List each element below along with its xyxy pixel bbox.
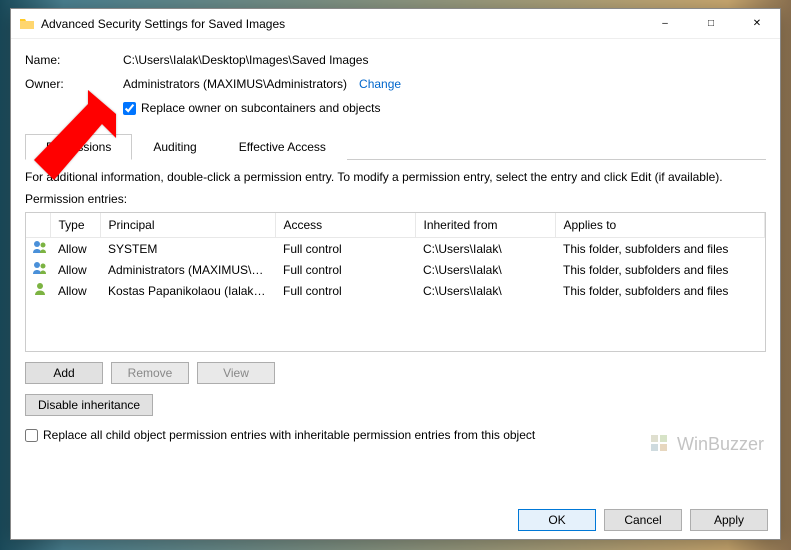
owner-row: Owner: Administrators (MAXIMUS\Administr… [25, 77, 766, 91]
inherit-row: Disable inheritance [25, 394, 766, 416]
owner-label: Owner: [25, 77, 123, 91]
cell-principal: Administrators (MAXIMUS\A... [100, 259, 275, 280]
remove-button-label: Remove [128, 366, 173, 380]
cell-principal: SYSTEM [100, 238, 275, 260]
cell-inherited: C:\Users\Ialak\ [415, 259, 555, 280]
cell-principal: Kostas Papanikolaou (Ialaki2... [100, 280, 275, 301]
change-link[interactable]: Change [359, 77, 401, 91]
name-row: Name: C:\Users\Ialak\Desktop\Images\Save… [25, 53, 766, 67]
remove-button: Remove [111, 362, 189, 384]
window-controls: – □ ✕ [642, 9, 780, 39]
cell-applies: This folder, subfolders and files [555, 259, 765, 280]
permissions-table: Type Principal Access Inherited from App… [25, 212, 766, 352]
disable-inheritance-label: Disable inheritance [38, 398, 140, 412]
tab-permissions[interactable]: Permissions [25, 134, 132, 160]
cancel-button[interactable]: Cancel [604, 509, 682, 531]
principal-icon [26, 280, 50, 301]
minimize-button[interactable]: – [642, 9, 688, 39]
add-button[interactable]: Add [25, 362, 103, 384]
table-row[interactable]: AllowAdministrators (MAXIMUS\A...Full co… [26, 259, 765, 280]
cell-type: Allow [50, 280, 100, 301]
cell-type: Allow [50, 238, 100, 260]
entry-buttons: Add Remove View [25, 362, 766, 384]
principal-icon [26, 259, 50, 280]
apply-button[interactable]: Apply [690, 509, 768, 531]
cell-type: Allow [50, 259, 100, 280]
table-header-row: Type Principal Access Inherited from App… [26, 213, 765, 238]
watermark: WinBuzzer [649, 433, 764, 455]
disable-inheritance-button[interactable]: Disable inheritance [25, 394, 153, 416]
entries-label: Permission entries: [25, 192, 766, 206]
name-value: C:\Users\Ialak\Desktop\Images\Saved Imag… [123, 53, 368, 67]
window-title: Advanced Security Settings for Saved Ima… [41, 17, 642, 31]
col-access[interactable]: Access [275, 213, 415, 238]
col-applies[interactable]: Applies to [555, 213, 765, 238]
cell-applies: This folder, subfolders and files [555, 280, 765, 301]
folder-icon [19, 16, 35, 32]
close-button[interactable]: ✕ [734, 9, 780, 39]
principal-icon [26, 238, 50, 260]
tabs: Permissions Auditing Effective Access [25, 133, 766, 160]
cell-access: Full control [275, 259, 415, 280]
table-row[interactable]: AllowKostas Papanikolaou (Ialaki2...Full… [26, 280, 765, 301]
col-type[interactable]: Type [50, 213, 100, 238]
ok-button-label: OK [548, 513, 565, 527]
col-inherited[interactable]: Inherited from [415, 213, 555, 238]
cell-access: Full control [275, 238, 415, 260]
instruction-text: For additional information, double-click… [25, 170, 766, 184]
replace-owner-row: Replace owner on subcontainers and objec… [123, 101, 766, 115]
view-button: View [197, 362, 275, 384]
name-label: Name: [25, 53, 123, 67]
col-icon[interactable] [26, 213, 50, 238]
maximize-button[interactable]: □ [688, 9, 734, 39]
tab-auditing[interactable]: Auditing [132, 134, 217, 160]
tab-permissions-label: Permissions [46, 140, 111, 154]
add-button-label: Add [53, 366, 74, 380]
dialog-buttons: OK Cancel Apply [11, 501, 780, 539]
cell-inherited: C:\Users\Ialak\ [415, 280, 555, 301]
apply-button-label: Apply [714, 513, 744, 527]
cell-access: Full control [275, 280, 415, 301]
col-principal[interactable]: Principal [100, 213, 275, 238]
winbuzzer-icon [649, 433, 671, 455]
replace-all-checkbox[interactable] [25, 429, 38, 442]
titlebar: Advanced Security Settings for Saved Ima… [11, 9, 780, 39]
tab-effective-label: Effective Access [239, 140, 326, 154]
ok-button[interactable]: OK [518, 509, 596, 531]
dialog-window: Advanced Security Settings for Saved Ima… [10, 8, 781, 540]
cell-applies: This folder, subfolders and files [555, 238, 765, 260]
replace-all-label: Replace all child object permission entr… [43, 428, 535, 442]
owner-value: Administrators (MAXIMUS\Administrators) [123, 77, 347, 91]
replace-owner-checkbox[interactable] [123, 102, 136, 115]
tab-auditing-label: Auditing [153, 140, 196, 154]
content-area: Name: C:\Users\Ialak\Desktop\Images\Save… [11, 39, 780, 501]
replace-owner-label: Replace owner on subcontainers and objec… [141, 101, 380, 115]
table-row[interactable]: AllowSYSTEMFull controlC:\Users\Ialak\Th… [26, 238, 765, 260]
watermark-text: WinBuzzer [677, 434, 764, 455]
tab-effective-access[interactable]: Effective Access [218, 134, 347, 160]
cell-inherited: C:\Users\Ialak\ [415, 238, 555, 260]
cancel-button-label: Cancel [624, 513, 661, 527]
view-button-label: View [223, 366, 249, 380]
